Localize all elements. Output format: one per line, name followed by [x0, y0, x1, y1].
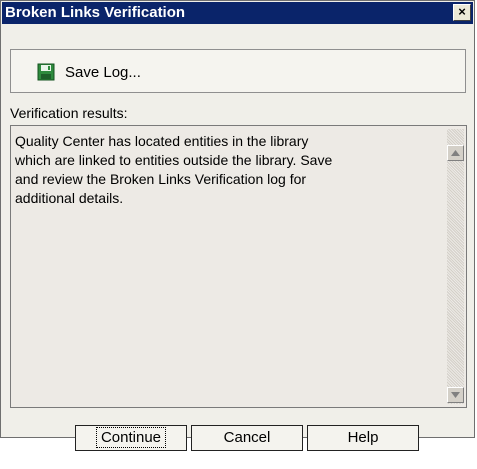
- arrow-up-icon: [451, 150, 460, 156]
- scroll-down-button[interactable]: [447, 387, 464, 403]
- save-log-button[interactable]: Save Log...: [37, 61, 141, 83]
- dialog-title: Broken Links Verification: [5, 4, 186, 21]
- cancel-label: Cancel: [223, 429, 271, 446]
- dialog-buttons: Continue Cancel Help: [75, 425, 419, 451]
- help-button[interactable]: Help: [307, 425, 419, 451]
- help-label: Help: [347, 429, 379, 446]
- verification-results-textarea[interactable]: Quality Center has located entities in t…: [10, 125, 467, 408]
- verification-results-text: Quality Center has located entities in t…: [15, 133, 333, 206]
- close-icon: ×: [458, 4, 466, 19]
- vertical-scrollbar[interactable]: [447, 129, 464, 404]
- cancel-button[interactable]: Cancel: [191, 425, 303, 451]
- continue-label: Continue: [95, 427, 167, 448]
- close-button[interactable]: ×: [453, 4, 471, 21]
- save-log-label: Save Log...: [65, 63, 141, 81]
- toolbar: Save Log...: [10, 49, 466, 93]
- floppy-disk-icon: [37, 63, 55, 81]
- continue-button[interactable]: Continue: [75, 425, 187, 451]
- arrow-down-icon: [451, 392, 460, 398]
- verification-results-label: Verification results:: [10, 105, 128, 121]
- broken-links-dialog: Broken Links Verification × Save Log... …: [0, 0, 475, 451]
- scroll-up-button[interactable]: [447, 145, 464, 161]
- title-bar: Broken Links Verification ×: [2, 2, 473, 24]
